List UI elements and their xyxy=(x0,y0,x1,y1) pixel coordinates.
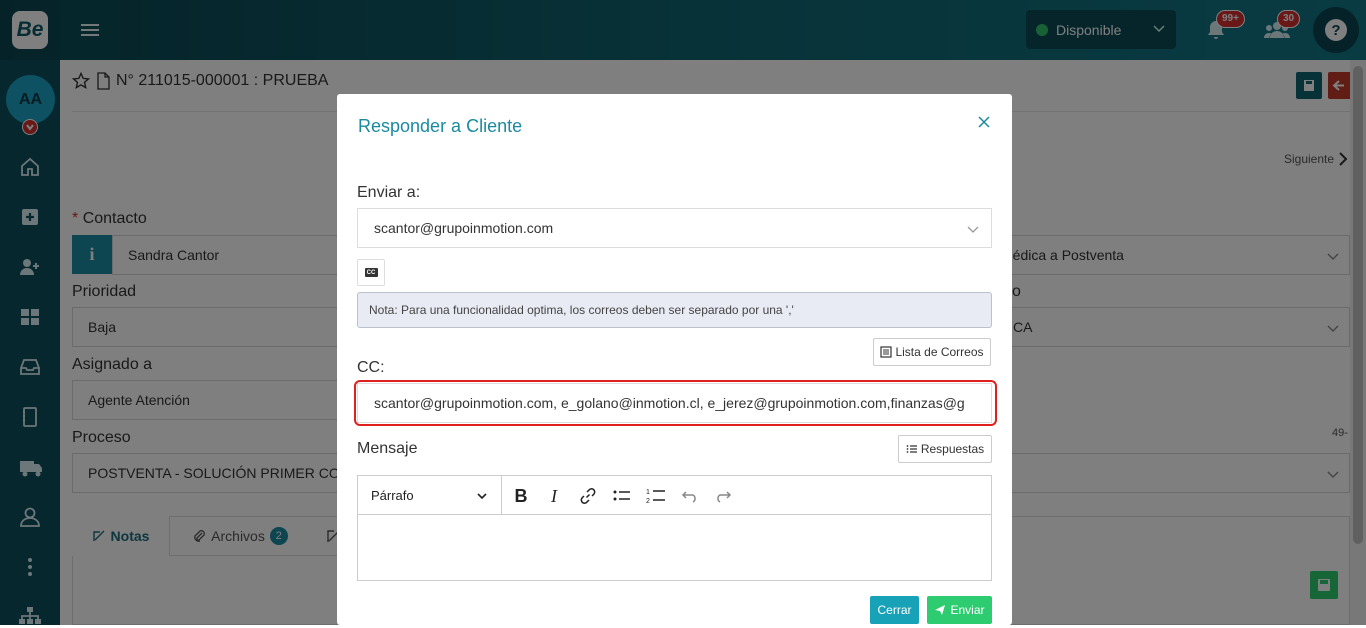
mensaje-label: Mensaje xyxy=(357,440,418,457)
cc-input[interactable]: scantor@grupoinmotion.com, e_golano@inmo… xyxy=(357,383,992,423)
bullet-list-icon xyxy=(613,490,630,501)
bold-icon: B xyxy=(514,485,528,506)
numbered-list-button[interactable]: 12 xyxy=(645,485,667,507)
cerrar-button[interactable]: Cerrar xyxy=(870,596,919,624)
bold-button[interactable]: B xyxy=(510,485,532,507)
redo-button[interactable] xyxy=(712,485,734,507)
italic-button[interactable]: I xyxy=(543,485,565,507)
enviar-a-select[interactable]: scantor@grupoinmotion.com xyxy=(357,208,992,248)
redo-icon xyxy=(717,491,732,503)
link-icon xyxy=(580,488,596,504)
modal-title: Responder a Cliente xyxy=(358,116,523,136)
reply-client-modal: Responder a Cliente Enviar a: scantor@gr… xyxy=(337,94,1012,625)
link-button[interactable] xyxy=(577,485,599,507)
undo-icon xyxy=(681,491,696,503)
paper-plane-icon xyxy=(935,605,946,615)
note-alert: Nota: Para una funcionalidad optima, los… xyxy=(357,292,992,328)
email-list-button[interactable]: Lista de Correos xyxy=(873,338,991,366)
message-body-textarea[interactable] xyxy=(358,515,991,580)
list-icon xyxy=(880,346,893,358)
list-ordered-icon xyxy=(906,445,917,453)
svg-text:1: 1 xyxy=(646,489,650,496)
bullet-list-button[interactable] xyxy=(611,485,633,507)
close-icon[interactable] xyxy=(977,115,991,129)
undo-button[interactable] xyxy=(679,485,701,507)
message-editor: Párrafo B I 12 xyxy=(357,475,992,581)
respuestas-button[interactable]: Respuestas xyxy=(898,435,992,463)
chevron-down-icon xyxy=(967,226,979,233)
svg-text:2: 2 xyxy=(646,498,650,505)
toggle-cc-button[interactable]: CC xyxy=(357,259,385,286)
cc-label: CC: xyxy=(357,359,385,376)
enviar-button[interactable]: Enviar xyxy=(927,596,992,624)
italic-icon: I xyxy=(551,485,557,506)
chevron-down-icon xyxy=(477,493,487,500)
enviar-label: Enviar a: xyxy=(357,184,421,201)
paragraph-format-select[interactable]: Párrafo xyxy=(358,476,502,515)
numbered-list-icon: 12 xyxy=(646,489,665,505)
editor-toolbar: Párrafo B I 12 xyxy=(358,476,991,515)
closed-captioning-icon: CC xyxy=(364,268,378,277)
